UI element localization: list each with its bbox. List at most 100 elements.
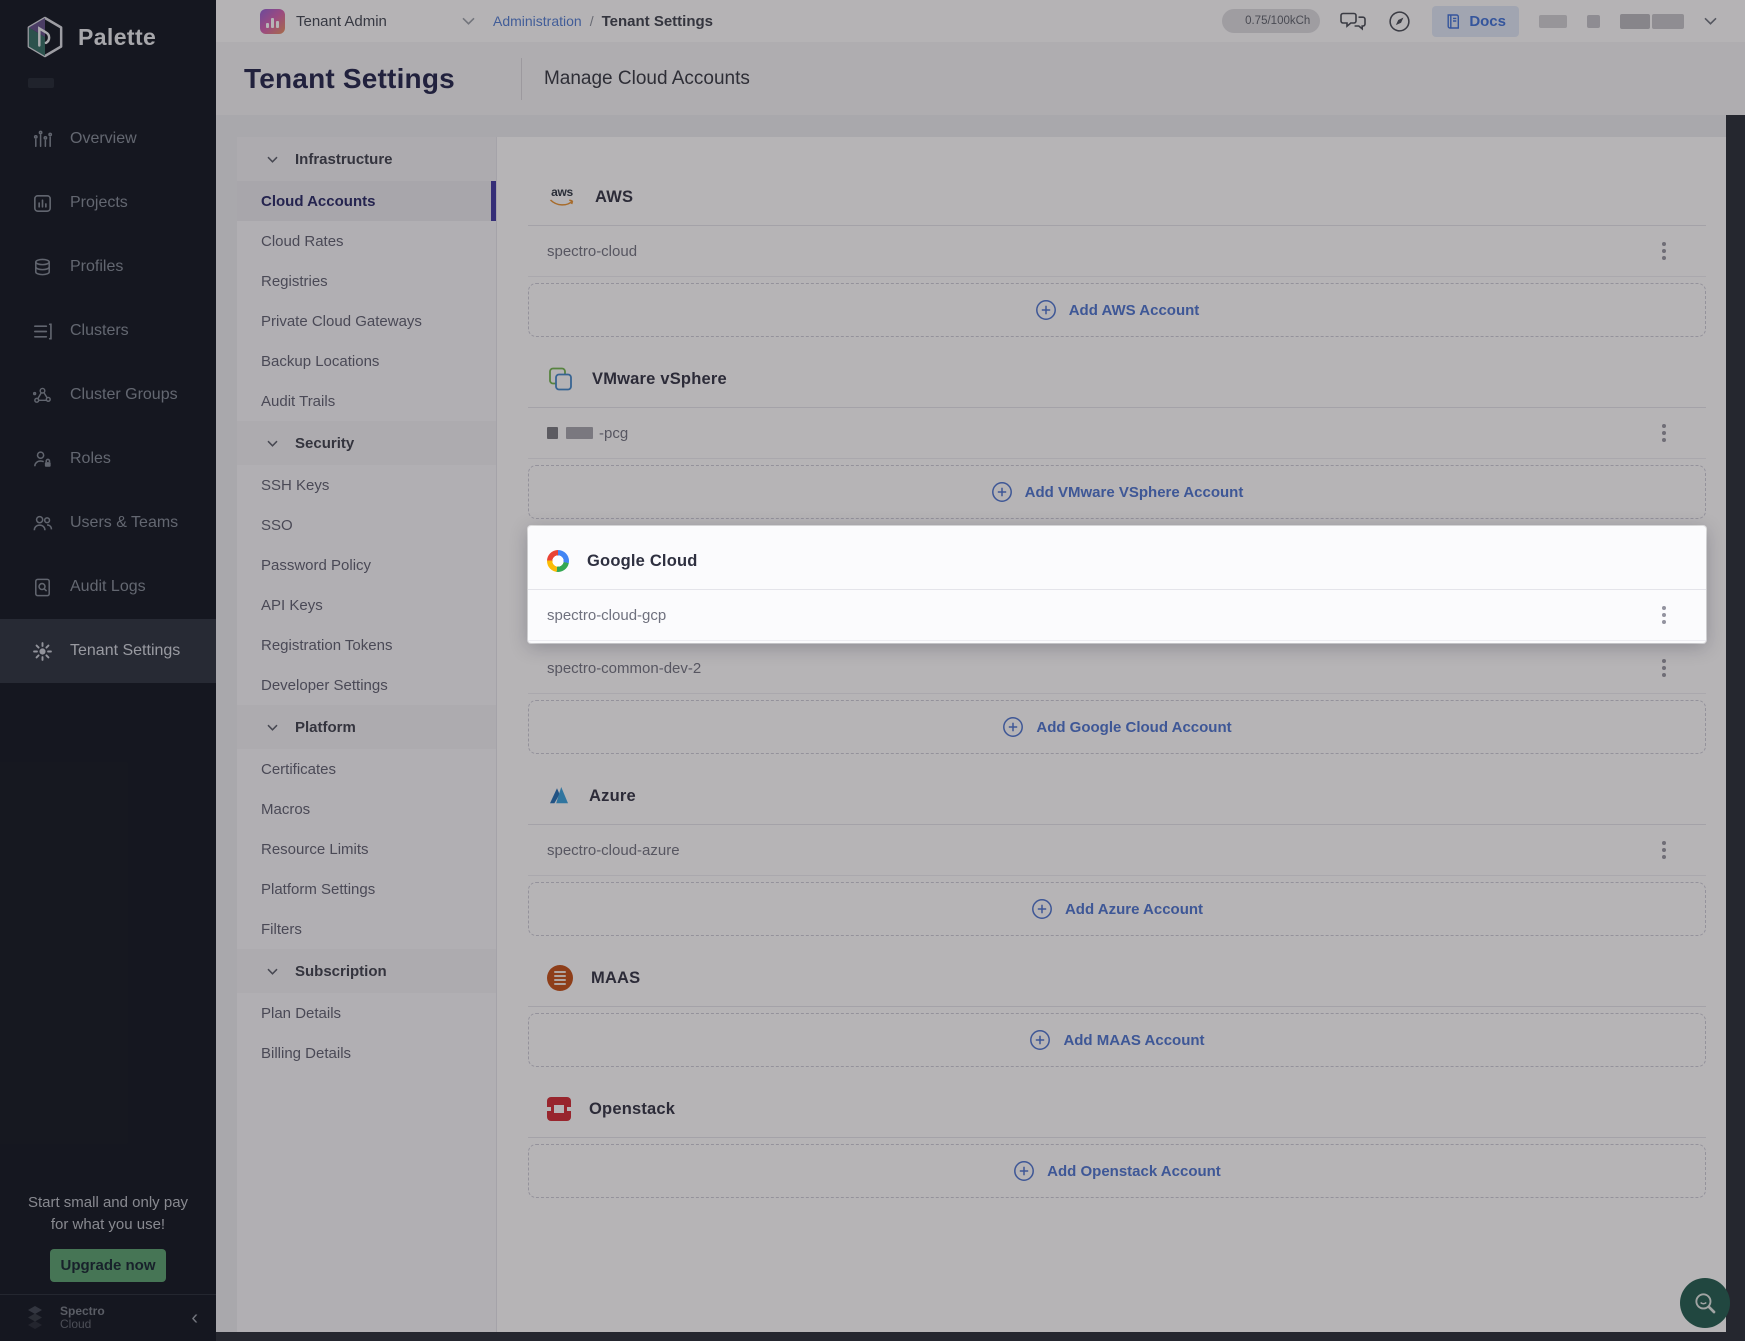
settings-nav-item-sso[interactable]: SSO: [237, 505, 496, 545]
add-maas-account-button[interactable]: Add MAAS Account: [528, 1013, 1706, 1067]
provider-name: VMware vSphere: [592, 370, 727, 389]
spectro-cloud-logo-icon: [22, 1305, 48, 1331]
audit-icon: [30, 575, 54, 599]
spectro-cloud-wordmark: Spectro Cloud: [60, 1305, 105, 1331]
provider-name: MAAS: [591, 969, 640, 988]
settings-nav-item-private-cloud-gateways[interactable]: Private Cloud Gateways: [237, 301, 496, 341]
sidebar-item-users-teams[interactable]: Users & Teams: [0, 491, 216, 555]
sidebar-item-tenant-settings[interactable]: Tenant Settings: [0, 619, 216, 683]
brand-name: Palette: [78, 24, 156, 51]
provider-section-aws: awsAWSspectro-cloudAdd AWS Account: [528, 169, 1706, 337]
settings-nav-item-billing-details[interactable]: Billing Details: [237, 1033, 496, 1073]
plus-circle-icon: [1013, 1160, 1035, 1182]
account-row-spectro-cloud-azure: spectro-cloud-azure: [528, 825, 1706, 876]
breadcrumb-administration-link[interactable]: Administration: [493, 13, 582, 29]
settings-nav-item-backup-locations[interactable]: Backup Locations: [237, 341, 496, 381]
settings-nav-item-certificates[interactable]: Certificates: [237, 749, 496, 789]
provider-name: Google Cloud: [587, 552, 698, 571]
upgrade-now-button[interactable]: Upgrade now: [50, 1249, 166, 1282]
settings-section-label: Platform: [295, 719, 356, 736]
settings-section-security[interactable]: Security: [237, 421, 496, 465]
provider-section-openstack: Openstack Add Openstack Account: [528, 1081, 1706, 1198]
kebab-menu-icon[interactable]: [1658, 602, 1670, 628]
add-account-label: Add VMware VSphere Account: [1025, 484, 1244, 501]
settings-nav: InfrastructureCloud AccountsCloud RatesR…: [237, 137, 497, 1332]
sidebar-item-audit-logs[interactable]: Audit Logs: [0, 555, 216, 619]
sidebar-item-projects[interactable]: Projects: [0, 171, 216, 235]
provider-name: Openstack: [589, 1100, 675, 1119]
account-name: spectro-common-dev-2: [547, 660, 1658, 677]
add-google-cloud-account-button[interactable]: Add Google Cloud Account: [528, 700, 1706, 754]
azure-icon: [547, 784, 571, 808]
settings-section-subscription[interactable]: Subscription: [237, 949, 496, 993]
topbar-actions: 0.75/100kCh: [1222, 0, 1717, 42]
kebab-menu-icon[interactable]: [1658, 238, 1670, 264]
sidebar-item-label: Overview: [70, 130, 137, 148]
provider-header: awsAWS: [528, 169, 1706, 226]
sidebar-item-label: Audit Logs: [70, 578, 146, 596]
chevron-down-icon[interactable]: [462, 17, 475, 25]
settings-section-platform[interactable]: Platform: [237, 705, 496, 749]
breadcrumb-separator: /: [590, 13, 594, 29]
provider-section-maas: MAAS Add MAAS Account: [528, 950, 1706, 1067]
settings-nav-item-macros[interactable]: Macros: [237, 789, 496, 829]
settings-nav-item-cloud-accounts[interactable]: Cloud Accounts: [237, 181, 496, 221]
docs-button[interactable]: Docs: [1432, 6, 1519, 37]
settings-nav-item-api-keys[interactable]: API Keys: [237, 585, 496, 625]
kebab-menu-icon[interactable]: [1658, 420, 1670, 446]
settings-nav-item-registration-tokens[interactable]: Registration Tokens: [237, 625, 496, 665]
account-row-spectro-cloud-gcp: spectro-cloud-gcp: [528, 590, 1706, 641]
projects-icon: [30, 191, 54, 215]
settings-nav-item-audit-trails[interactable]: Audit Trails: [237, 381, 496, 421]
settings-section-infrastructure[interactable]: Infrastructure: [237, 137, 496, 181]
settings-nav-item-ssh-keys[interactable]: SSH Keys: [237, 465, 496, 505]
vsphere-icon: [547, 366, 574, 393]
compass-icon[interactable]: [1387, 9, 1412, 34]
provider-section-azure: Azure spectro-cloud-azure Add Azure Accoun…: [528, 768, 1706, 936]
promo-line-1: Start small and only pay: [0, 1192, 216, 1214]
kebab-menu-icon[interactable]: [1658, 655, 1670, 681]
settings-nav-item-registries[interactable]: Registries: [237, 261, 496, 301]
add-openstack-account-button[interactable]: Add Openstack Account: [528, 1144, 1706, 1198]
sidebar-item-label: Clusters: [70, 322, 129, 340]
sidebar-item-profiles[interactable]: Profiles: [0, 235, 216, 299]
users-icon: [30, 511, 54, 535]
settings-nav-item-platform-settings[interactable]: Platform Settings: [237, 869, 496, 909]
add-azure-account-button[interactable]: Add Azure Account: [528, 882, 1706, 936]
add-aws-account-button[interactable]: Add AWS Account: [528, 283, 1706, 337]
search-icon: [1692, 1290, 1719, 1317]
settings-nav-item-resource-limits[interactable]: Resource Limits: [237, 829, 496, 869]
project-selector[interactable]: Tenant Admin: [260, 0, 387, 42]
collapse-sidebar-icon[interactable]: ‹: [191, 1308, 198, 1328]
settings-nav-item-plan-details[interactable]: Plan Details: [237, 993, 496, 1033]
settings-nav-item-developer-settings[interactable]: Developer Settings: [237, 665, 496, 705]
settings-nav-item-password-policy[interactable]: Password Policy: [237, 545, 496, 585]
sidebar-item-overview[interactable]: Overview: [0, 107, 216, 171]
chat-icon[interactable]: [1340, 10, 1367, 33]
provider-name: Azure: [589, 787, 636, 806]
provider-section-google-cloud: Google Cloud spectro-cloud-gcp spectro-com…: [528, 526, 1706, 754]
user-menu-chevron-icon[interactable]: [1704, 17, 1717, 25]
left-nav: Overview Projects Profiles Clusters Cluster …: [0, 107, 216, 683]
add-account-label: Add MAAS Account: [1063, 1032, 1204, 1049]
search-fab[interactable]: [1680, 1278, 1730, 1328]
add-account-label: Add Openstack Account: [1047, 1163, 1221, 1180]
settings-section-label: Subscription: [295, 963, 387, 980]
chevron-down-icon: [267, 724, 278, 731]
sidebar-item-cluster-groups[interactable]: Cluster Groups: [0, 363, 216, 427]
settings-section-label: Infrastructure: [295, 151, 393, 168]
page-title: Tenant Settings: [244, 63, 455, 95]
top-bar: Tenant Admin Administration / Tenant Set…: [216, 0, 1745, 42]
kebab-menu-icon[interactable]: [1658, 837, 1670, 863]
provider-name: AWS: [595, 188, 633, 207]
provider-list: awsAWSspectro-cloudAdd AWS Account VMware…: [497, 137, 1726, 1332]
main-sidebar: Palette Overview Projects Profiles Clusters…: [0, 0, 216, 1341]
analytics-icon: [30, 127, 54, 151]
account-name: spectro-cloud-azure: [547, 842, 1658, 859]
settings-nav-item-cloud-rates[interactable]: Cloud Rates: [237, 221, 496, 261]
sidebar-item-clusters[interactable]: Clusters: [0, 299, 216, 363]
sidebar-item-roles[interactable]: Roles: [0, 427, 216, 491]
settings-nav-item-filters[interactable]: Filters: [237, 909, 496, 949]
sidebar-item-label: Profiles: [70, 258, 123, 276]
add-vmware-vsphere-account-button[interactable]: Add VMware VSphere Account: [528, 465, 1706, 519]
